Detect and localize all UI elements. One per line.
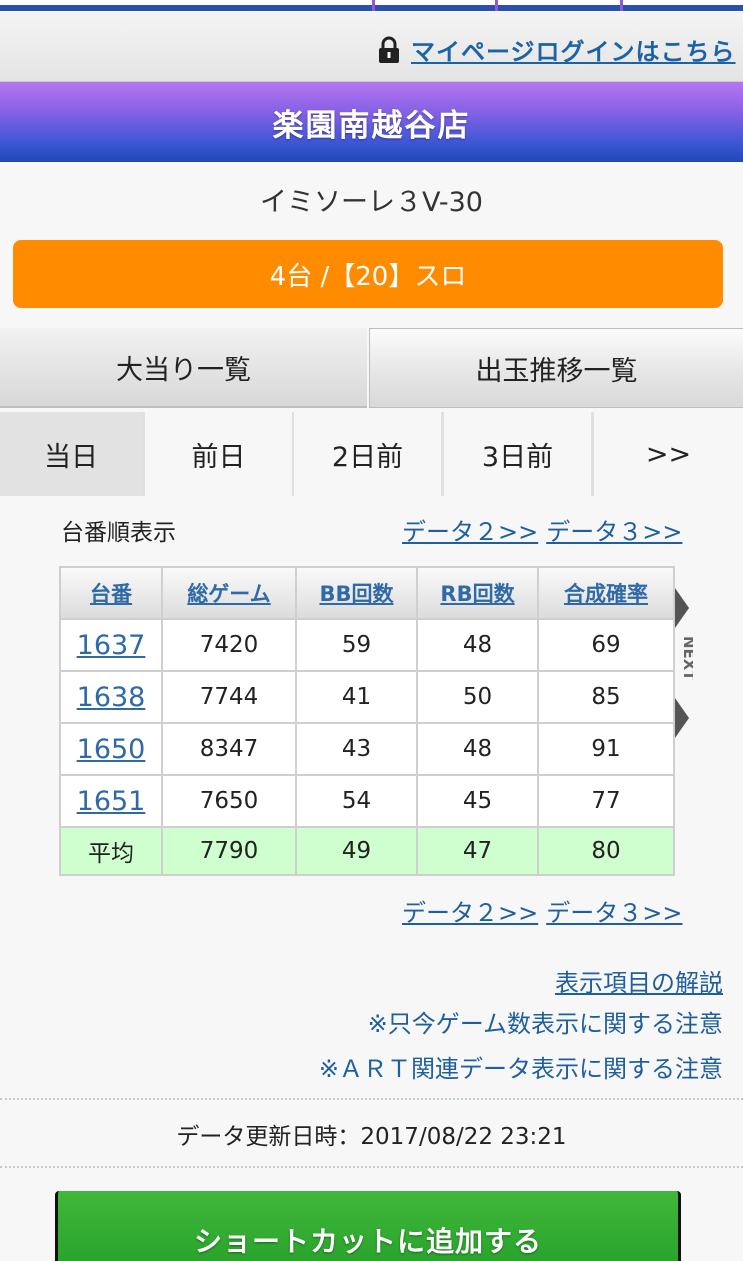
- tab-payout-trend[interactable]: 出玉推移一覧: [369, 328, 743, 408]
- table-row: 1638 7744 41 50 85: [59, 670, 675, 724]
- day-today[interactable]: 当日: [0, 412, 142, 496]
- add-shortcut-label: ショートカットに追加する: [193, 1225, 542, 1258]
- table-header-row: 台番 総ゲーム BB回数 RB回数 合成確率: [59, 566, 675, 620]
- login-bar: マイページログインはこちら: [0, 12, 743, 82]
- cell-total-games: 7420: [161, 618, 297, 672]
- cell-bb: 41: [295, 670, 418, 724]
- top-strip: [0, 0, 743, 12]
- table-row: 1650 8347 43 48 91: [59, 722, 675, 776]
- cell-rb: 48: [416, 618, 539, 672]
- header-total-games[interactable]: 総ゲーム: [161, 566, 297, 620]
- cell-total-games: 7744: [161, 670, 297, 724]
- divider: [0, 1166, 743, 1168]
- cell-total-games: 8347: [161, 722, 297, 776]
- data3-link[interactable]: データ３>>: [546, 899, 682, 927]
- table-row: 1637 7420 59 48 69: [59, 618, 675, 672]
- data-links-bottom: データ２>> データ３>>: [402, 893, 682, 928]
- machine-name: イミソーレ３V-30: [260, 187, 483, 218]
- lock-icon: [379, 36, 399, 63]
- avg-bb: 49: [295, 826, 418, 876]
- cell-bb: 54: [295, 774, 418, 828]
- avg-rb: 47: [416, 826, 539, 876]
- cell-prob: 91: [537, 722, 675, 776]
- mypage-login-link[interactable]: マイページログインはこちら: [411, 32, 736, 67]
- data-links-top: データ２>> データ３>>: [402, 512, 682, 547]
- machine-number-link[interactable]: 1651: [59, 774, 163, 828]
- cell-rb: 48: [416, 722, 539, 776]
- avg-prob: 80: [537, 826, 675, 876]
- arrow-right-icon: [675, 698, 689, 738]
- cell-bb: 43: [295, 722, 418, 776]
- avg-total-games: 7790: [161, 826, 297, 876]
- header-rb-count[interactable]: RB回数: [416, 566, 539, 620]
- rate-label: 4台 /【20】スロ: [269, 261, 467, 292]
- cell-prob: 69: [537, 618, 675, 672]
- cell-total-games: 7650: [161, 774, 297, 828]
- game-count-note-link[interactable]: ※只今ゲーム数表示に関する注意: [368, 1004, 723, 1039]
- header-bb-count[interactable]: BB回数: [295, 566, 418, 620]
- cell-prob: 77: [537, 774, 675, 828]
- header-machine-no[interactable]: 台番: [59, 566, 163, 620]
- explain-link[interactable]: 表示項目の解説: [555, 963, 723, 998]
- cell-rb: 45: [416, 774, 539, 828]
- day-selector: 当日 前日 2日前 3日前 >>: [0, 412, 743, 496]
- machine-number-link[interactable]: 1637: [59, 618, 163, 672]
- average-label: 平均: [59, 826, 163, 876]
- arrow-right-icon: [675, 588, 689, 628]
- machine-number-link[interactable]: 1638: [59, 670, 163, 724]
- sort-label: 台番順表示: [61, 520, 176, 546]
- tab-jackpot-list[interactable]: 大当り一覧: [0, 328, 367, 408]
- day-2-ago[interactable]: 2日前: [294, 412, 441, 496]
- art-note-link[interactable]: ※ＡＲＴ関連データ表示に関する注意: [319, 1049, 723, 1084]
- average-row: 平均 7790 49 47 80: [59, 826, 675, 876]
- divider: [0, 1098, 743, 1100]
- add-shortcut-button[interactable]: ショートカットに追加する: [55, 1191, 681, 1261]
- day-yesterday[interactable]: 前日: [145, 412, 292, 496]
- data2-link[interactable]: データ２>>: [402, 518, 538, 546]
- day-3-ago[interactable]: 3日前: [444, 412, 591, 496]
- machine-number-link[interactable]: 1650: [59, 722, 163, 776]
- header-combined-prob[interactable]: 合成確率: [537, 566, 675, 620]
- top-strip-divider: [620, 0, 623, 11]
- data3-link[interactable]: データ３>>: [546, 518, 682, 546]
- updated-timestamp: データ更新日時：2017/08/22 23:21: [176, 1124, 567, 1150]
- next-label: NEXT: [680, 636, 693, 681]
- store-name: 楽園南越谷店: [272, 107, 471, 144]
- rate-bar[interactable]: 4台 /【20】スロ: [13, 240, 723, 308]
- cell-bb: 59: [295, 618, 418, 672]
- table-row: 1651 7650 54 45 77: [59, 774, 675, 828]
- top-strip-divider: [372, 0, 375, 11]
- stats-table: 台番 総ゲーム BB回数 RB回数 合成確率 1637 7420 59 48 6…: [59, 566, 675, 876]
- next-arrow-button[interactable]: NEXT: [673, 588, 693, 738]
- cell-rb: 50: [416, 670, 539, 724]
- top-strip-divider: [495, 0, 498, 11]
- day-more[interactable]: >>: [594, 412, 743, 496]
- cell-prob: 85: [537, 670, 675, 724]
- store-header: 楽園南越谷店: [0, 82, 743, 162]
- data2-link[interactable]: データ２>>: [402, 899, 538, 927]
- view-tabs: 大当り一覧 出玉推移一覧: [0, 328, 743, 408]
